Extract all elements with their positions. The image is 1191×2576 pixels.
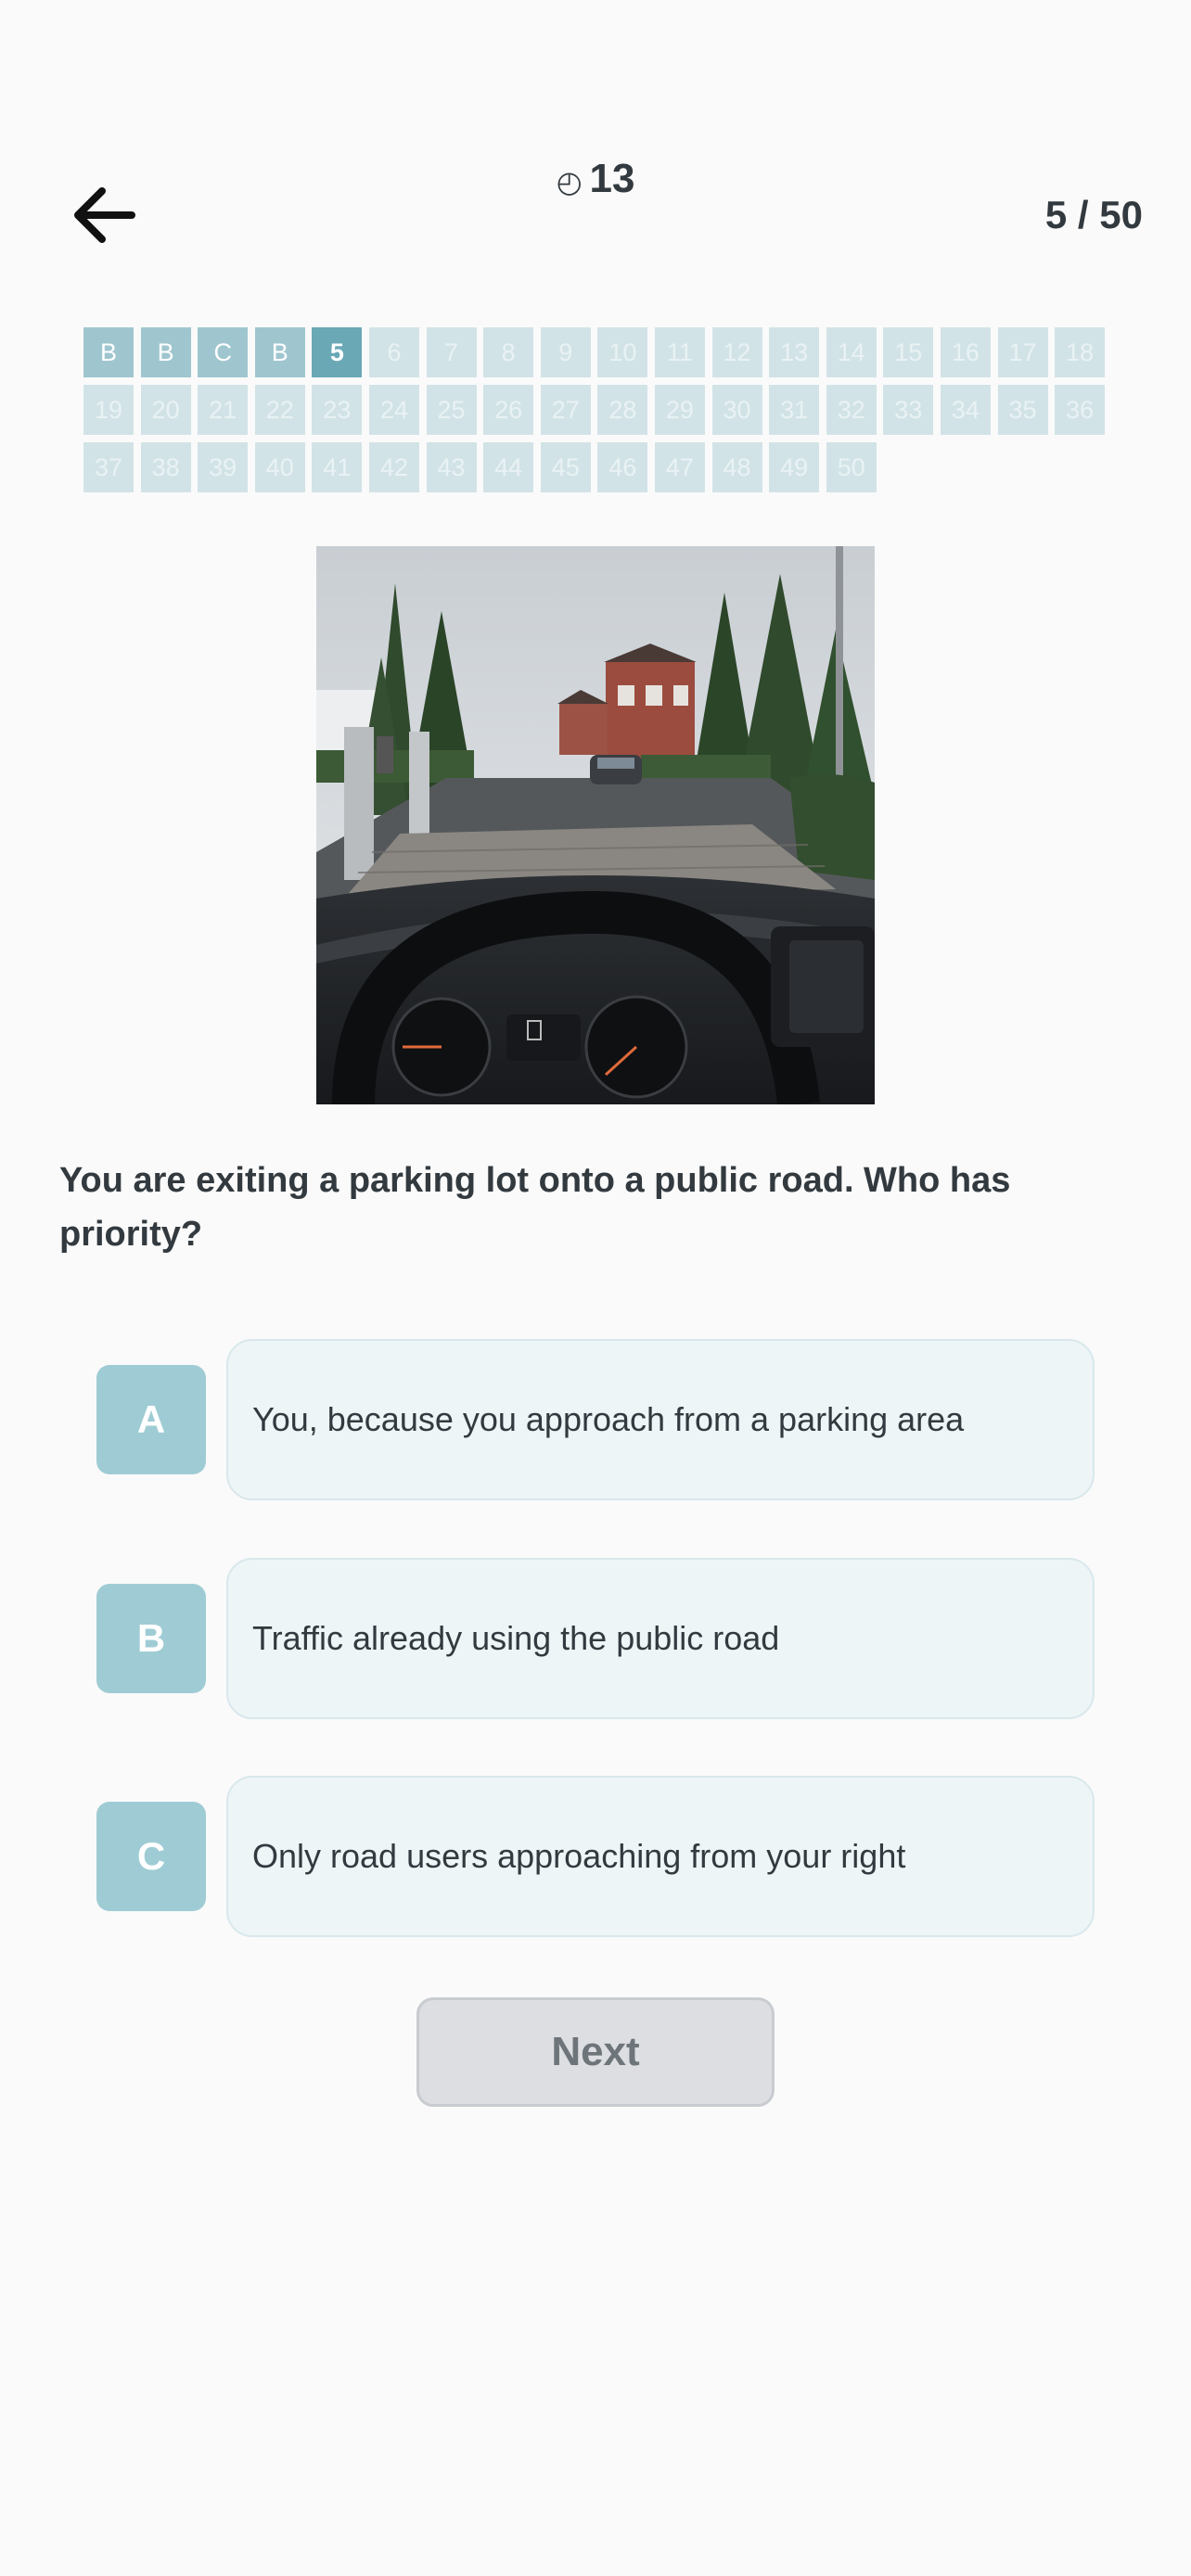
question-nav-cell-33[interactable]: 33: [883, 385, 934, 435]
option-b-answer[interactable]: Traffic already using the public road: [226, 1558, 1095, 1719]
question-nav-cell-29[interactable]: 29: [654, 385, 705, 435]
question-nav-cell-25[interactable]: 25: [426, 385, 477, 435]
option-c-answer[interactable]: Only road users approaching from your ri…: [226, 1776, 1095, 1937]
question-nav-cell-32[interactable]: 32: [826, 385, 877, 435]
question-nav-cell-46[interactable]: 46: [597, 442, 648, 492]
option-b-text: Traffic already using the public road: [252, 1619, 780, 1657]
question-nav-cell-43[interactable]: 43: [426, 442, 477, 492]
question-nav-cell-5[interactable]: 5: [312, 327, 363, 377]
option-c-text: Only road users approaching from your ri…: [252, 1837, 906, 1875]
question-nav-cell-48[interactable]: 48: [711, 442, 762, 492]
question-nav-cell-38[interactable]: 38: [140, 442, 191, 492]
question-nav-cell-28[interactable]: 28: [597, 385, 648, 435]
clock-icon: ◴: [556, 165, 583, 198]
question-image: [316, 546, 875, 1104]
option-a-letter-button[interactable]: A: [96, 1365, 206, 1474]
question-nav-cell-3[interactable]: C: [198, 327, 249, 377]
question-nav-cell-30[interactable]: 30: [711, 385, 762, 435]
question-nav-cell-50[interactable]: 50: [826, 442, 877, 492]
question-nav-cell-12[interactable]: 12: [711, 327, 762, 377]
question-nav-cell-40[interactable]: 40: [254, 442, 305, 492]
option-c-letter-button[interactable]: C: [96, 1802, 206, 1911]
question-nav-cell-47[interactable]: 47: [654, 442, 705, 492]
question-nav-cell-35[interactable]: 35: [997, 385, 1048, 435]
question-nav-cell-16[interactable]: 16: [940, 327, 991, 377]
question-nav-cell-9[interactable]: 9: [540, 327, 591, 377]
question-navigator-grid: B B C B 5 6 7 8 9 10 11 12 13 14 15 16 17 18 19 20 21 22 23 24 2…: [83, 327, 1113, 492]
question-nav-cell-36[interactable]: 36: [1055, 385, 1106, 435]
question-nav-cell-23[interactable]: 23: [312, 385, 363, 435]
question-nav-cell-42[interactable]: 42: [368, 442, 419, 492]
question-nav-cell-26[interactable]: 26: [483, 385, 534, 435]
question-nav-cell-8[interactable]: 8: [483, 327, 534, 377]
question-nav-cell-24[interactable]: 24: [368, 385, 419, 435]
question-nav-cell-13[interactable]: 13: [769, 327, 820, 377]
question-nav-cell-49[interactable]: 49: [769, 442, 820, 492]
question-nav-cell-34[interactable]: 34: [940, 385, 991, 435]
top-bar: ◴ 13 5 / 50: [0, 0, 1191, 278]
question-nav-cell-21[interactable]: 21: [198, 385, 249, 435]
question-nav-cell-39[interactable]: 39: [198, 442, 249, 492]
question-nav-cell-44[interactable]: 44: [483, 442, 534, 492]
timer: ◴ 13: [0, 156, 1191, 202]
option-a-text: You, because you approach from a parking…: [252, 1400, 965, 1438]
question-nav-cell-22[interactable]: 22: [254, 385, 305, 435]
question-nav-cell-11[interactable]: 11: [654, 327, 705, 377]
question-nav-cell-45[interactable]: 45: [540, 442, 591, 492]
question-nav-cell-19[interactable]: 19: [83, 385, 134, 435]
option-a-answer[interactable]: You, because you approach from a parking…: [226, 1339, 1095, 1500]
question-nav-cell-7[interactable]: 7: [426, 327, 477, 377]
option-b-letter-button[interactable]: B: [96, 1584, 206, 1693]
next-button[interactable]: Next: [416, 1997, 775, 2107]
question-nav-cell-15[interactable]: 15: [883, 327, 934, 377]
question-nav-cell-31[interactable]: 31: [769, 385, 820, 435]
question-nav-cell-27[interactable]: 27: [540, 385, 591, 435]
question-nav-cell-1[interactable]: B: [83, 327, 134, 377]
question-nav-cell-41[interactable]: 41: [312, 442, 363, 492]
question-nav-cell-14[interactable]: 14: [826, 327, 877, 377]
question-nav-cell-37[interactable]: 37: [83, 442, 134, 492]
timer-value: 13: [589, 156, 635, 201]
question-nav-cell-4[interactable]: B: [254, 327, 305, 377]
question-text: You are exiting a parking lot onto a pub…: [59, 1161, 1011, 1254]
question-nav-cell-18[interactable]: 18: [1055, 327, 1106, 377]
question-nav-cell-10[interactable]: 10: [597, 327, 648, 377]
question-progress: 5 / 50: [1044, 193, 1143, 236]
question-nav-cell-20[interactable]: 20: [140, 385, 191, 435]
question-nav-cell-17[interactable]: 17: [997, 327, 1048, 377]
question-nav-cell-2[interactable]: B: [140, 327, 191, 377]
question-nav-cell-6[interactable]: 6: [368, 327, 419, 377]
